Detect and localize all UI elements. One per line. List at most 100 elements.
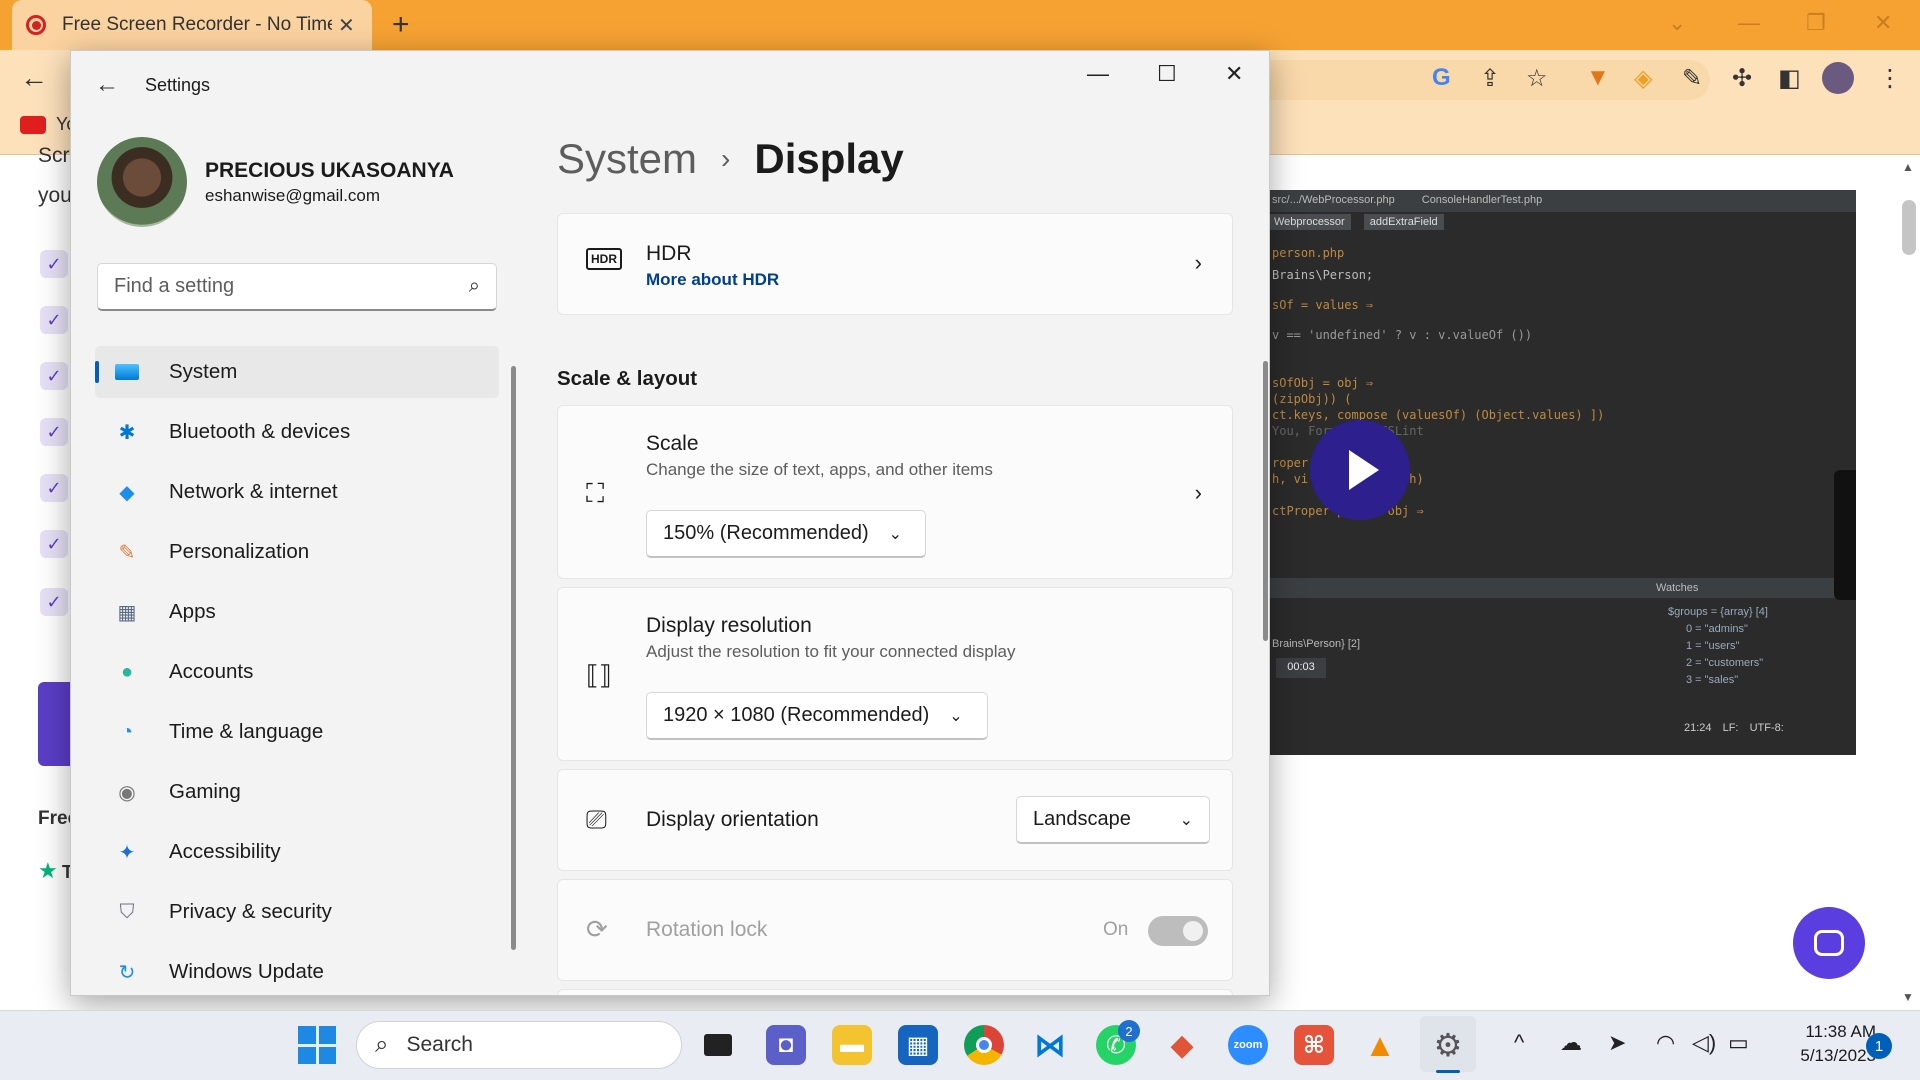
vscode-icon[interactable]: ⋈: [1030, 1025, 1070, 1065]
battery-icon[interactable]: ▭: [1728, 1030, 1749, 1056]
file-explorer-icon[interactable]: ▬: [832, 1025, 872, 1065]
search-input[interactable]: [114, 275, 469, 298]
extension-icon[interactable]: ◈: [1634, 64, 1652, 93]
tab-close-icon[interactable]: ✕: [338, 13, 355, 38]
tab-search-icon[interactable]: ⌄: [1668, 10, 1686, 36]
video-timestamp: 00:03: [1276, 658, 1326, 678]
star-icon[interactable]: ☆: [1526, 64, 1548, 93]
hdr-link[interactable]: More about HDR: [646, 270, 779, 290]
resolution-value: 1920 × 1080 (Recommended): [663, 704, 930, 726]
chevron-right-icon[interactable]: ›: [1195, 480, 1202, 506]
sidebar-item-gaming[interactable]: ◉ Gaming: [95, 766, 499, 818]
chat-widget-button[interactable]: [1793, 907, 1865, 979]
new-tab-button[interactable]: +: [392, 8, 410, 42]
resolution-title: Display resolution: [646, 614, 812, 637]
ide-tab: ConsoleHandlerTest.php: [1421, 194, 1543, 206]
breadcrumb-parent[interactable]: System: [557, 135, 697, 183]
store-icon[interactable]: ▦: [898, 1025, 938, 1065]
hdr-icon: HDR: [586, 248, 622, 270]
sidebar-item-apps[interactable]: ▦ Apps: [95, 586, 499, 638]
sidebar-item-label: Accessibility: [169, 840, 281, 863]
scroll-up-icon[interactable]: ▲: [1902, 160, 1914, 174]
browser-restore-button[interactable]: ❐: [1806, 10, 1826, 36]
zoom-icon[interactable]: zoom: [1228, 1025, 1268, 1065]
scroll-down-icon[interactable]: ▼: [1902, 990, 1914, 1004]
scale-icon: ⛶: [586, 478, 605, 508]
check-icon: ✓: [40, 530, 68, 558]
video-side-controls[interactable]: [1834, 470, 1856, 600]
location-icon[interactable]: ➤: [1608, 1030, 1626, 1056]
orientation-value: Landscape: [1033, 808, 1131, 830]
avatar[interactable]: [97, 137, 187, 227]
search-icon[interactable]: ⌕: [469, 275, 480, 298]
ide-crumb: addExtraField: [1363, 214, 1444, 230]
vlc-icon[interactable]: ▲: [1360, 1025, 1400, 1065]
chevron-up-icon[interactable]: ^: [1514, 1030, 1524, 1056]
youtube-bookmark-icon[interactable]: [20, 116, 46, 134]
browser-tab[interactable]: Free Screen Recorder - No Time L ✕: [12, 0, 372, 50]
task-view-icon[interactable]: [698, 1025, 738, 1065]
back-icon[interactable]: ←: [95, 71, 119, 99]
play-button[interactable]: [1310, 420, 1410, 520]
profile-avatar[interactable]: [1822, 62, 1854, 94]
sidebar-item-personalization[interactable]: ✎ Personalization: [95, 526, 499, 578]
update-icon: ↻: [118, 961, 136, 984]
settings-icon[interactable]: ⚙: [1428, 1025, 1468, 1065]
next-setting-card: [557, 989, 1233, 995]
chrome-icon[interactable]: [964, 1025, 1004, 1065]
sidebar-item-bluetooth[interactable]: ✱ Bluetooth & devices: [95, 406, 499, 458]
chevron-down-icon: ⌄: [888, 525, 903, 543]
git-icon[interactable]: ◆: [1162, 1025, 1202, 1065]
sidebar-item-time-language[interactable]: ◔ Time & language: [95, 706, 499, 758]
sidebar-item-privacy[interactable]: ⛉ Privacy & security: [95, 886, 499, 938]
menu-icon[interactable]: ⋮: [1878, 64, 1902, 93]
postman-icon[interactable]: ⌘: [1294, 1025, 1334, 1065]
volume-icon[interactable]: ◁): [1692, 1030, 1716, 1056]
code-line: (zipObj)) (: [1272, 392, 1352, 406]
sidebar-item-system[interactable]: System: [95, 346, 499, 398]
teams-icon[interactable]: ◘: [766, 1025, 806, 1065]
check-icon: ✓: [40, 474, 68, 502]
scale-dropdown[interactable]: 150% (Recommended) ⌄: [646, 510, 926, 558]
sidebar-item-label: Personalization: [169, 540, 310, 563]
metamask-icon[interactable]: ▼: [1586, 64, 1610, 92]
share-icon[interactable]: ⇪: [1480, 64, 1500, 93]
close-button[interactable]: ✕: [1225, 61, 1243, 87]
onedrive-icon[interactable]: ☁: [1560, 1030, 1582, 1056]
star-icon: ★: [38, 858, 58, 883]
wifi-icon[interactable]: ◠: [1656, 1030, 1675, 1056]
sidepanel-icon[interactable]: ◧: [1778, 64, 1801, 93]
clock-date[interactable]: 5/13/2023: [1766, 1046, 1876, 1066]
resolution-dropdown[interactable]: 1920 × 1080 (Recommended) ⌄: [646, 692, 988, 740]
notification-badge[interactable]: 1: [1866, 1033, 1892, 1059]
content-scrollbar[interactable]: [1263, 361, 1268, 641]
sidebar-item-windows-update[interactable]: ↻ Windows Update: [95, 946, 499, 995]
watch-item: 3 = "sales": [1686, 674, 1739, 686]
browser-minimize-button[interactable]: —: [1738, 10, 1760, 36]
clock-time[interactable]: 11:38 AM: [1766, 1022, 1876, 1042]
sidebar-item-network[interactable]: ◆ Network & internet: [95, 466, 499, 518]
pen-icon[interactable]: ✎: [1682, 64, 1702, 93]
taskbar-search[interactable]: ⌕ Search: [356, 1021, 682, 1069]
browser-close-button[interactable]: ✕: [1874, 10, 1892, 36]
rotation-lock-toggle[interactable]: [1148, 916, 1208, 946]
google-icon[interactable]: G: [1432, 64, 1451, 92]
search-field[interactable]: ⌕: [97, 263, 497, 311]
puzzle-icon[interactable]: ✣: [1732, 64, 1752, 93]
page-scrollbar[interactable]: [1898, 155, 1920, 1010]
chat-icon: [1814, 930, 1844, 956]
minimize-button[interactable]: —: [1087, 61, 1109, 87]
maximize-button[interactable]: ☐: [1157, 61, 1177, 87]
hdr-card[interactable]: HDR HDR More about HDR ›: [557, 213, 1233, 315]
sidebar-item-accounts[interactable]: ● Accounts: [95, 646, 499, 698]
status-lf: LF:: [1722, 722, 1739, 734]
browser-back-icon[interactable]: ←: [20, 62, 48, 94]
orientation-dropdown[interactable]: Landscape ⌄: [1016, 796, 1210, 844]
sidebar-item-accessibility[interactable]: ✦ Accessibility: [95, 826, 499, 878]
check-icon: ✓: [40, 418, 68, 446]
start-button[interactable]: [298, 1026, 336, 1064]
scale-title: Scale: [646, 432, 699, 455]
sidebar-scrollbar[interactable]: [511, 366, 516, 950]
taskbar-search-label: Search: [406, 1033, 473, 1056]
page-scrollbar-thumb[interactable]: [1902, 200, 1916, 255]
